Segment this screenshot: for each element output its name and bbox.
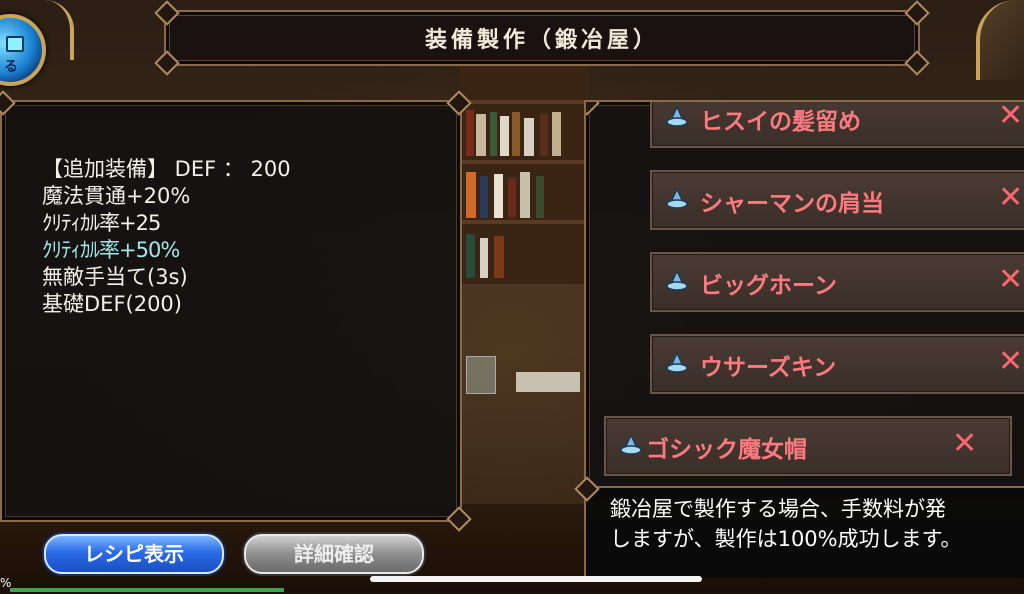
materials-panel: ヒスイの髪留め ✕ シャーマンの肩当 ✕ ビッグホーン ✕ ウサーズキン ✕ ゴ… [584, 100, 1024, 504]
wizard-hat-icon [666, 188, 688, 209]
wizard-hat-icon [666, 352, 688, 373]
title-bar: 装備製作（鍛冶屋） [154, 0, 930, 76]
stat-line-crit-rate-highlight: ｸﾘﾃｨｶﾙ率+50% [42, 238, 180, 262]
material-item[interactable]: ヒスイの髪留め ✕ [650, 100, 1024, 148]
material-name: ウサーズキン [700, 355, 837, 381]
loading-progress-bar [10, 588, 284, 592]
frame-corner-icon [586, 102, 600, 116]
equipment-stats-panel: 【追加装備】 DEF ： 200 魔法貫通+20% ｸﾘﾃｨｶﾙ率+25 ｸﾘﾃ… [0, 90, 472, 532]
stat-line-base-def: 基礎DEF(200) [42, 292, 182, 316]
info-message-line-1: 鍛冶屋で製作する場合、手数料が発 [610, 497, 946, 521]
material-missing-icon: ✕ [952, 426, 978, 461]
info-message-line-2: しますが、製作は100%成功します。 [610, 527, 962, 551]
stat-line-invincible: 無敵手当て(3s) [42, 265, 188, 289]
info-message: 鍛冶屋で製作する場合、手数料が発 しますが、製作は100%成功します。 [610, 494, 962, 554]
material-item-selected[interactable]: ゴシック魔女帽 ✕ [604, 416, 1012, 476]
stat-line-magic-penetration: 魔法貫通+20% [42, 184, 191, 208]
back-button-label: る [4, 59, 18, 75]
material-name: ゴシック魔女帽 [646, 437, 807, 463]
page-title: 装備製作（鍛冶屋） [424, 28, 659, 53]
wizard-hat-icon [620, 434, 642, 455]
material-name: ヒスイの髪留め [700, 109, 861, 135]
material-item[interactable]: ウサーズキン ✕ [650, 334, 1024, 394]
stat-line-crit-rate: ｸﾘﾃｨｶﾙ率+25 [42, 211, 161, 235]
material-name: シャーマンの肩当 [700, 191, 884, 217]
info-message-panel: 鍛冶屋で製作する場合、手数料が発 しますが、製作は100%成功します。 [574, 476, 1024, 578]
material-name: ビッグホーン [700, 273, 837, 299]
wizard-hat-icon [666, 270, 688, 291]
material-missing-icon: ✕ [998, 180, 1024, 215]
wizard-hat-icon [666, 106, 688, 127]
stat-line-bonus-def: 【追加装備】 DEF ： 200 [42, 157, 291, 181]
material-missing-icon: ✕ [998, 344, 1024, 379]
material-item[interactable]: シャーマンの肩当 ✕ [650, 170, 1024, 230]
stats-list: 【追加装備】 DEF ： 200 魔法貫通+20% ｸﾘﾃｨｶﾙ率+25 ｸﾘﾃ… [42, 156, 291, 318]
show-recipe-button[interactable]: レシピ表示 [44, 534, 224, 574]
home-indicator[interactable] [370, 576, 702, 582]
material-item[interactable]: ビッグホーン ✕ [650, 252, 1024, 312]
material-missing-icon: ✕ [998, 262, 1024, 297]
menu-icon [6, 36, 24, 52]
details-button[interactable]: 詳細確認 [244, 534, 424, 574]
material-missing-icon: ✕ [998, 100, 1024, 133]
